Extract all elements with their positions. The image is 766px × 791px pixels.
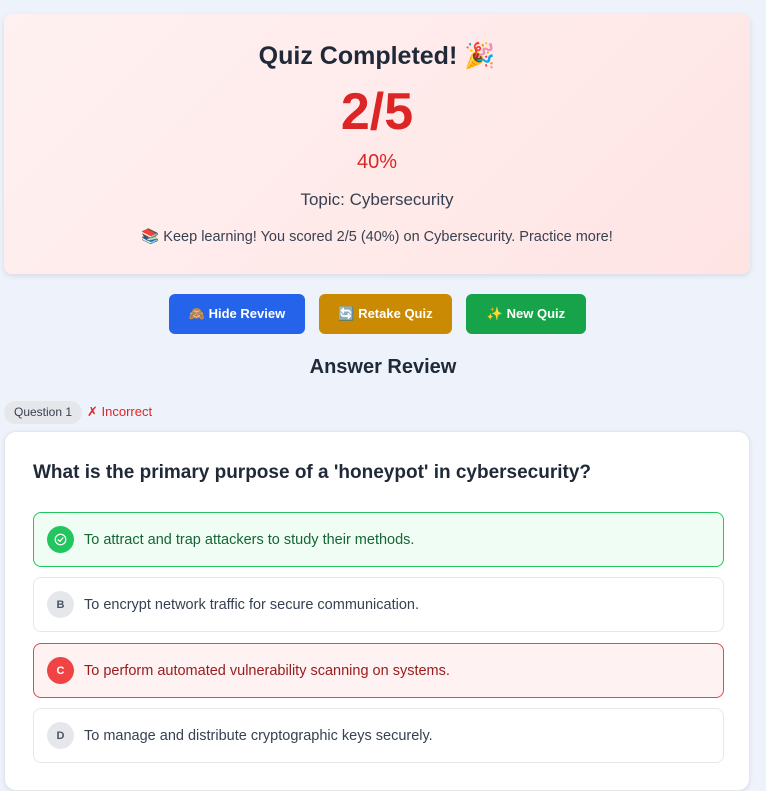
option-text: To perform automated vulnerability scann…	[84, 662, 450, 679]
option-letter: B	[47, 591, 74, 618]
score-value: 2/5	[340, 83, 414, 141]
option-letter: D	[47, 722, 74, 749]
option-text: To attract and trap attackers to study t…	[84, 531, 415, 548]
option-letter: C	[47, 657, 74, 684]
option-a-correct: To attract and trap attackers to study t…	[33, 512, 724, 567]
question-card: What is the primary purpose of a 'honeyp…	[4, 431, 750, 791]
answer-review-heading: Answer Review	[309, 356, 457, 378]
option-c-selected-wrong: C To perform automated vulnerability sca…	[33, 643, 724, 698]
result-title: Quiz Completed! 🎉	[258, 42, 496, 70]
option-text: To manage and distribute cryptographic k…	[84, 727, 433, 744]
topic-label: Topic: Cybersecurity	[300, 190, 454, 209]
retake-quiz-button[interactable]: 🔄 Retake Quiz	[319, 294, 452, 334]
question-status: ✗ Incorrect	[87, 404, 153, 419]
score-percent: 40%	[356, 151, 398, 173]
option-b: B To encrypt network traffic for secure …	[33, 577, 724, 632]
question-badge: Question 1	[4, 401, 83, 424]
option-d: D To manage and distribute cryptographic…	[33, 708, 724, 763]
question-text: What is the primary purpose of a 'honeyp…	[33, 462, 592, 483]
check-icon	[54, 533, 67, 546]
result-message: 📚 Keep learning! You scored 2/5 (40%) on…	[141, 229, 613, 245]
check-circle-icon	[47, 526, 74, 553]
result-card: Quiz Completed! 🎉 2/5 40% Topic: Cyberse…	[4, 14, 750, 274]
new-quiz-button[interactable]: ✨ New Quiz	[466, 294, 586, 334]
option-text: To encrypt network traffic for secure co…	[84, 596, 419, 613]
hide-review-button[interactable]: 🙈 Hide Review	[169, 294, 305, 334]
